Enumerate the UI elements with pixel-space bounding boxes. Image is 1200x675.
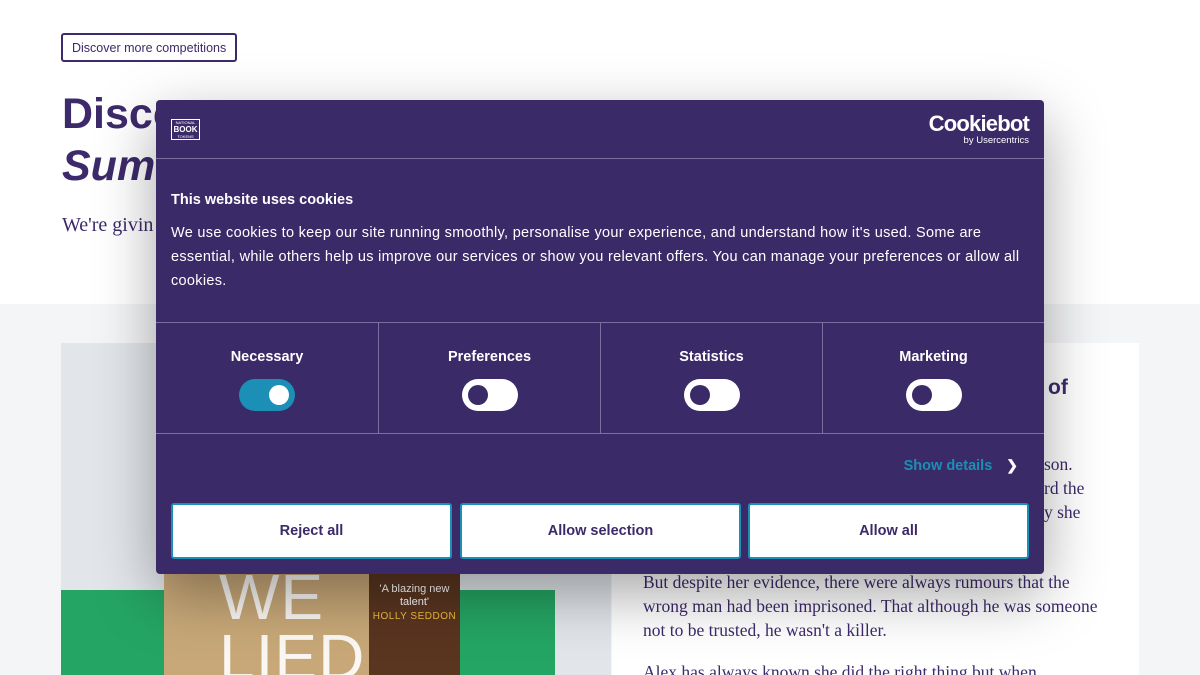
cookiebot-byline: by Usercentrics <box>963 135 1029 146</box>
page-intro-text: We're givin <box>62 214 154 236</box>
toggle-knob <box>690 385 710 405</box>
marketing-toggle[interactable] <box>906 379 962 411</box>
consent-categories: Necessary Preferences Statistics Marketi… <box>156 322 1044 434</box>
consent-label-necessary: Necessary <box>230 349 304 365</box>
show-details-label: Show details <box>903 457 993 474</box>
toggle-knob <box>912 385 932 405</box>
consent-necessary: Necessary <box>156 323 378 433</box>
reject-all-button[interactable]: Reject all <box>171 503 452 559</box>
consent-statistics: Statistics <box>600 323 822 433</box>
consent-marketing: Marketing <box>822 323 1044 433</box>
national-book-tokens-logo: NATIONAL BOOK TOKENS <box>171 119 200 140</box>
allow-all-button[interactable]: Allow all <box>748 503 1029 559</box>
allow-selection-button[interactable]: Allow selection <box>460 503 741 559</box>
book-cover-author: HOLLY SEDDON <box>372 611 457 622</box>
statistics-toggle[interactable] <box>684 379 740 411</box>
chevron-right-icon: ❯ <box>1006 457 1018 473</box>
book-cover-quote: 'A blazing new talent' <box>379 583 450 608</box>
article-paragraph: But despite her evidence, there were alw… <box>643 572 1098 640</box>
show-details-link[interactable]: Show details ❯ <box>904 457 1018 474</box>
toggle-knob <box>468 385 488 405</box>
consent-preferences: Preferences <box>378 323 600 433</box>
necessary-toggle[interactable] <box>239 379 295 411</box>
consent-label-statistics: Statistics <box>679 349 744 365</box>
discover-competitions-link[interactable]: Discover more competitions <box>61 33 238 62</box>
article-paragraph: Alex has always known she did the right … <box>643 662 1037 675</box>
card-heading: of <box>1048 376 1068 399</box>
dialog-header: NATIONAL BOOK TOKENS Cookiebot by Userce… <box>156 100 1044 159</box>
consent-label-preferences: Preferences <box>447 349 532 365</box>
cookiebot-brand: Cookiebot <box>928 111 1030 136</box>
body-text-fragment: rd the <box>1044 478 1085 498</box>
cookiebot-logo[interactable]: Cookiebot by Usercentrics <box>928 111 1030 146</box>
body-text-fragment: y she <box>1044 502 1081 522</box>
preferences-toggle[interactable] <box>462 379 518 411</box>
book-cover-image: WE LIED 'A blazing new talent' HOLLY SED… <box>164 565 460 675</box>
dialog-description: We use cookies to keep our site running … <box>171 225 1020 289</box>
dialog-title: This website uses cookies <box>171 192 354 208</box>
consent-label-marketing: Marketing <box>899 349 968 365</box>
toggle-knob <box>269 385 289 405</box>
cookie-consent-dialog: NATIONAL BOOK TOKENS Cookiebot by Userce… <box>156 100 1044 574</box>
body-text-fragment: son. <box>1044 454 1073 474</box>
article-body: But despite her evidence, there were alw… <box>643 570 1113 675</box>
